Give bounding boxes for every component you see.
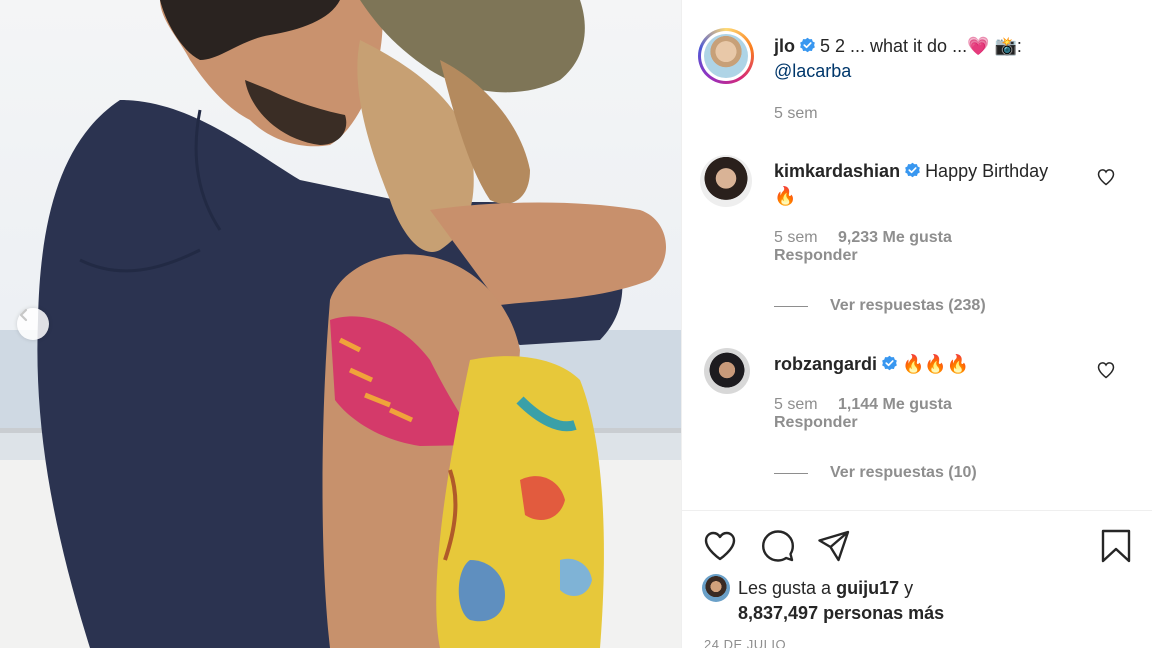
- likes-prefix: Les gusta a: [738, 578, 832, 598]
- likes-connector: y: [904, 578, 914, 598]
- comment-text: 🔥🔥🔥: [902, 354, 970, 374]
- liker-avatar[interactable]: [702, 574, 730, 602]
- heart-icon[interactable]: [1096, 360, 1116, 380]
- comment-meta: 5 sem 9,233 Me gusta Responder: [774, 229, 952, 265]
- view-replies-button[interactable]: Ver respuestas (10): [774, 464, 977, 482]
- comment-likes[interactable]: 9,233 Me gusta: [838, 229, 952, 246]
- commenter-avatar[interactable]: [700, 155, 752, 207]
- carousel-prev-button[interactable]: [17, 308, 49, 340]
- post-time[interactable]: 5 sem: [774, 105, 818, 123]
- share-icon[interactable]: [816, 528, 852, 564]
- comment-icon[interactable]: [760, 528, 796, 564]
- photo-illustration: [0, 0, 681, 648]
- post-action-bar: [682, 526, 1152, 566]
- liker-username[interactable]: guiju17: [836, 578, 899, 598]
- comment-time[interactable]: 5 sem: [774, 396, 818, 413]
- verified-badge-icon: [905, 162, 920, 178]
- post-side-panel: jlo 5 2 ... what it do ...💗 📸: @lacarba 5…: [682, 0, 1152, 648]
- comment-time[interactable]: 5 sem: [774, 229, 818, 246]
- comment-body: robzangardi 🔥🔥🔥: [774, 352, 1074, 377]
- post-photo[interactable]: [0, 0, 681, 648]
- likes-text: Les gusta a guiju17 y 8,837,497 personas…: [738, 576, 1138, 626]
- reply-button[interactable]: Responder: [774, 414, 858, 431]
- author-username[interactable]: jlo: [774, 36, 795, 56]
- comment-likes[interactable]: 1,144 Me gusta: [838, 396, 952, 413]
- comment-body: kimkardashian Happy Birthday 🔥: [774, 159, 1074, 209]
- section-divider: [682, 510, 1152, 511]
- view-replies-label: Ver respuestas (238): [830, 297, 986, 314]
- post-caption: jlo 5 2 ... what it do ...💗 📸: @lacarba: [774, 34, 1094, 84]
- replies-line: [774, 472, 808, 474]
- commenter-username[interactable]: kimkardashian: [774, 161, 900, 181]
- verified-badge-icon: [882, 355, 897, 371]
- author-avatar[interactable]: [698, 28, 754, 84]
- chevron-left-icon: [19, 308, 28, 322]
- caption-text: 5 2 ... what it do ...💗 📸:: [820, 36, 1022, 56]
- post-date[interactable]: 24 DE JULIO: [704, 637, 786, 648]
- view-replies-button[interactable]: Ver respuestas (238): [774, 297, 986, 315]
- replies-line: [774, 305, 808, 307]
- heart-icon[interactable]: [1096, 167, 1116, 187]
- caption-credit-link[interactable]: @lacarba: [774, 61, 851, 81]
- likes-suffix[interactable]: personas más: [823, 603, 944, 623]
- commenter-username[interactable]: robzangardi: [774, 354, 877, 374]
- reply-button[interactable]: Responder: [774, 247, 858, 264]
- bookmark-icon[interactable]: [1098, 528, 1134, 564]
- likes-count[interactable]: 8,837,497: [738, 603, 818, 623]
- commenter-avatar[interactable]: [704, 348, 750, 394]
- view-replies-label: Ver respuestas (10): [830, 464, 977, 481]
- verified-badge-icon: [800, 37, 815, 53]
- comment-meta: 5 sem 1,144 Me gusta Responder: [774, 396, 952, 432]
- heart-icon[interactable]: [702, 528, 738, 564]
